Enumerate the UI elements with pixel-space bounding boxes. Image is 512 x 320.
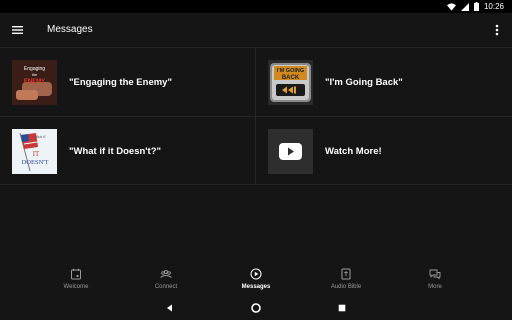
thumb-text: what if — [34, 134, 46, 139]
thumb-text: IT — [33, 150, 40, 158]
youtube-thumbnail — [268, 129, 313, 174]
recents-icon[interactable] — [336, 302, 348, 314]
message-thumbnail: what if IT DOESN'T — [12, 129, 57, 174]
app-bar: Messages — [0, 13, 512, 47]
nav-item-welcome[interactable]: Welcome — [46, 262, 106, 296]
menu-icon[interactable] — [11, 23, 25, 37]
message-title: "I'm Going Back" — [325, 77, 403, 88]
status-icons: 10:26 — [446, 1, 504, 12]
thumb-text: the — [32, 72, 38, 77]
page-title: Messages — [47, 24, 93, 35]
nav-label: Connect — [154, 284, 178, 290]
people-icon — [160, 270, 172, 278]
nav-label: Audio Bible — [330, 284, 362, 290]
chat-icon — [429, 269, 441, 280]
nav-item-more[interactable]: More — [405, 262, 465, 296]
message-card-im-going-back[interactable]: I'M GOING BACK "I'm Going Back" — [256, 47, 512, 116]
nav-item-audio-bible[interactable]: Audio Bible — [316, 262, 376, 296]
calendar-icon — [71, 268, 81, 280]
thumb-text: BACK — [282, 75, 300, 81]
messages-grid: Engaging the ENEMY "Engaging the Enemy" … — [0, 47, 512, 185]
message-title: Watch More! — [325, 146, 382, 157]
status-time: 10:26 — [483, 2, 504, 11]
message-card-watch-more[interactable]: Watch More! — [256, 116, 512, 185]
message-title: "What if it Doesn't?" — [69, 146, 162, 157]
wifi-icon — [446, 2, 456, 11]
thumb-text: DOESN'T — [22, 159, 49, 166]
bible-icon — [341, 268, 351, 280]
play-circle-icon — [250, 268, 262, 280]
message-thumbnail: Engaging the ENEMY — [12, 60, 57, 105]
nav-item-connect[interactable]: Connect — [136, 262, 196, 296]
status-bar: 10:26 — [0, 0, 512, 13]
thumb-text: ENEMY — [24, 79, 45, 85]
thumb-text: I'M GOING — [277, 68, 304, 74]
nav-item-messages[interactable]: Messages — [226, 262, 286, 296]
nav-label: More — [428, 284, 442, 290]
battery-icon — [473, 2, 479, 11]
nav-label: Welcome — [63, 284, 89, 290]
nav-label: Messages — [241, 284, 271, 290]
system-navigation-bar — [0, 296, 512, 320]
message-card-what-if-it-doesnt[interactable]: what if IT DOESN'T "What if it Doesn't?" — [0, 116, 256, 185]
message-thumbnail: I'M GOING BACK — [268, 60, 313, 105]
message-title: "Engaging the Enemy" — [69, 77, 172, 88]
home-icon[interactable] — [250, 302, 262, 314]
message-card-engaging-the-enemy[interactable]: Engaging the ENEMY "Engaging the Enemy" — [0, 47, 256, 116]
bottom-navigation: Welcome Connect Messages Audio Bible Mor… — [0, 262, 512, 296]
overflow-menu-icon[interactable] — [492, 22, 502, 38]
back-icon[interactable] — [164, 302, 176, 314]
signal-icon — [460, 2, 469, 11]
